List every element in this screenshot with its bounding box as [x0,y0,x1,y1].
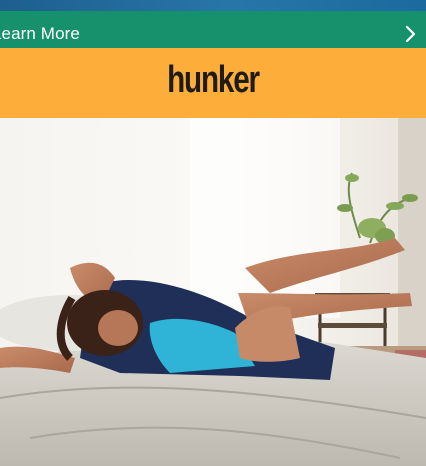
learn-more-banner[interactable]: Learn More [0,11,426,48]
chevron-right-icon[interactable] [404,24,418,44]
top-status-strip [0,0,426,11]
learn-more-label[interactable]: Learn More [0,24,80,44]
brand-header: hunker [0,48,426,118]
hunker-logo[interactable]: hunker [47,58,379,102]
hero-photo [0,118,426,466]
